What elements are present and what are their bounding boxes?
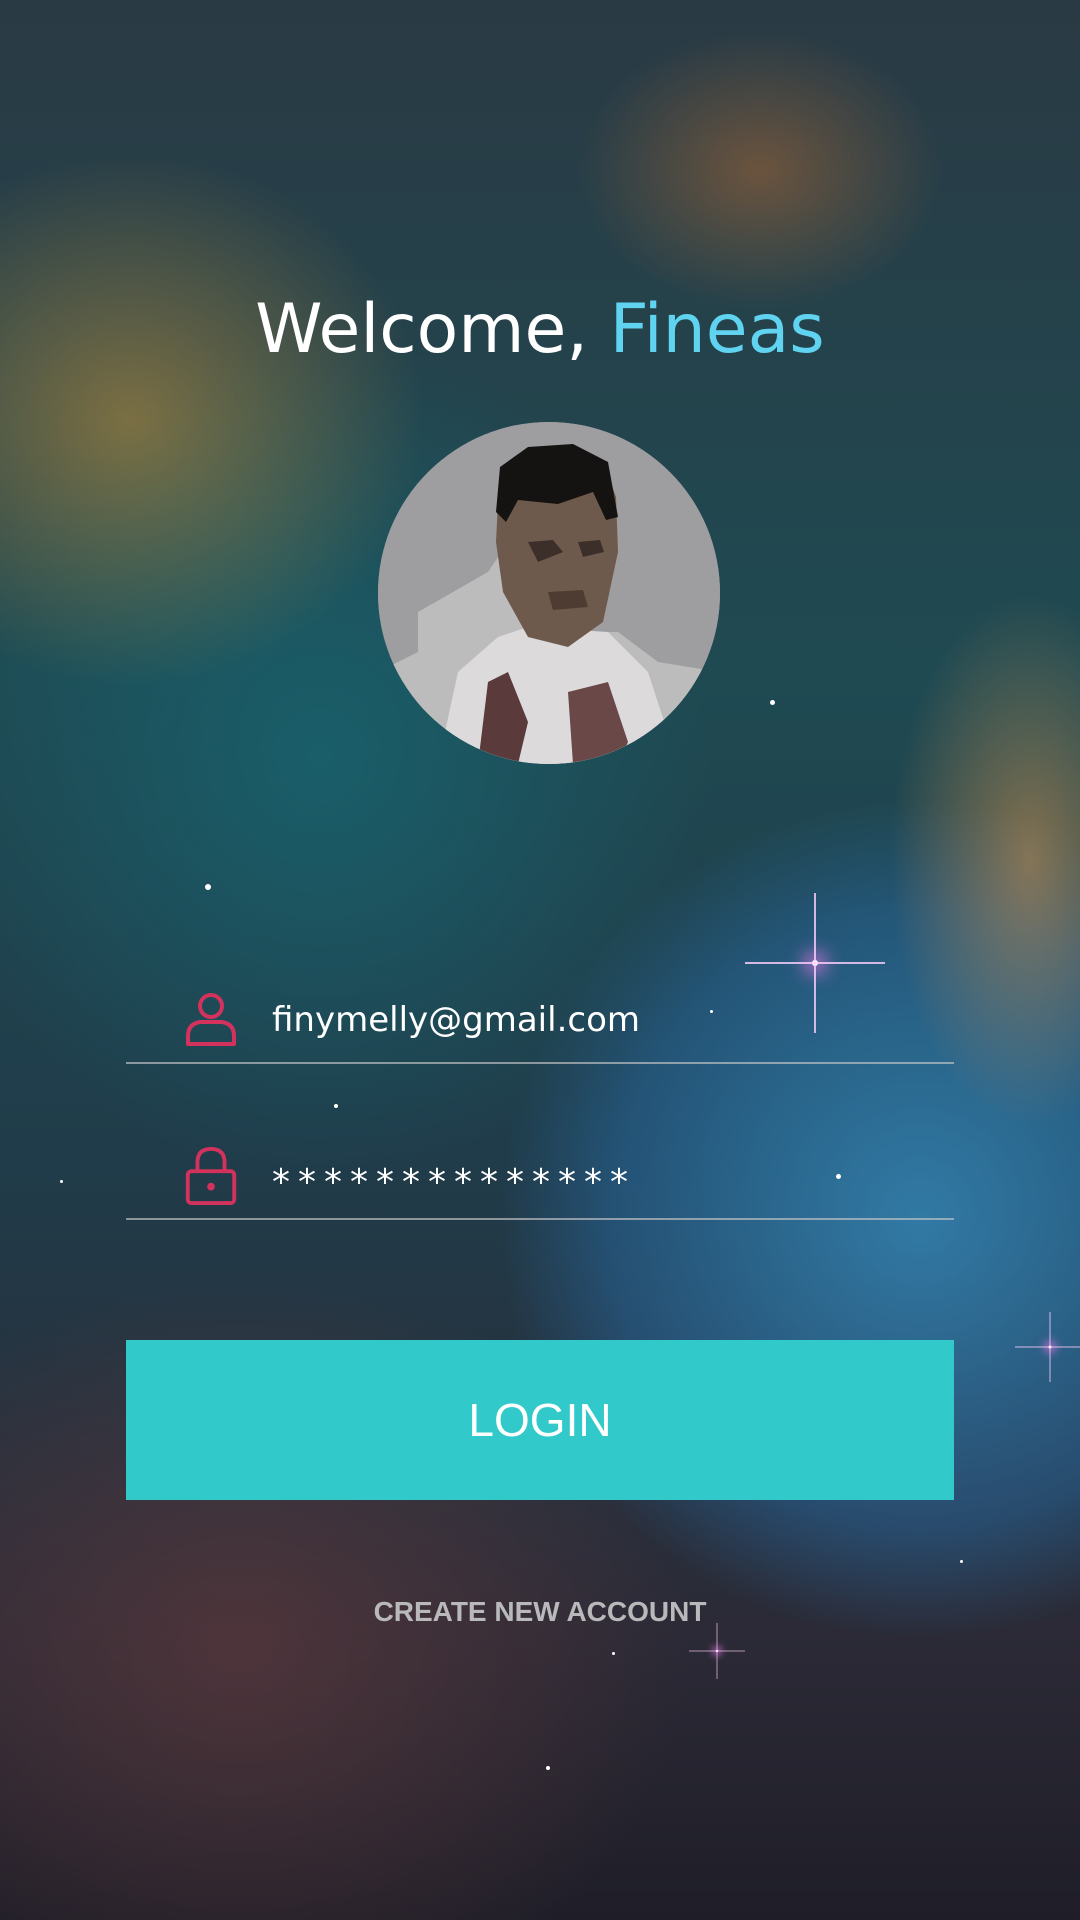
login-screen: Welcome, Fineas finymelly@gmail.com ****…	[0, 0, 1080, 1920]
password-input[interactable]: **************	[272, 1162, 636, 1203]
user-name: Fineas	[609, 290, 825, 369]
create-account-link[interactable]: CREATE NEW ACCOUNT	[0, 1596, 1080, 1628]
profile-photo	[378, 422, 720, 764]
avatar	[378, 422, 720, 764]
star	[60, 1180, 63, 1183]
email-input[interactable]: finymelly@gmail.com	[272, 1000, 640, 1040]
star	[546, 1766, 550, 1770]
lock-icon	[185, 1146, 237, 1206]
user-icon	[186, 993, 236, 1046]
star	[770, 700, 775, 705]
welcome-heading: Welcome, Fineas	[0, 290, 1080, 370]
email-field[interactable]: finymelly@gmail.com	[126, 962, 954, 1064]
login-button[interactable]: LOGIN	[126, 1340, 954, 1500]
sparkle-star	[688, 1622, 746, 1680]
star	[612, 1652, 615, 1655]
star	[960, 1560, 963, 1563]
sparkle-star	[1015, 1312, 1080, 1382]
password-field[interactable]: **************	[126, 1118, 954, 1220]
welcome-text: Welcome,	[255, 290, 588, 369]
star	[334, 1104, 338, 1108]
star	[205, 884, 211, 890]
